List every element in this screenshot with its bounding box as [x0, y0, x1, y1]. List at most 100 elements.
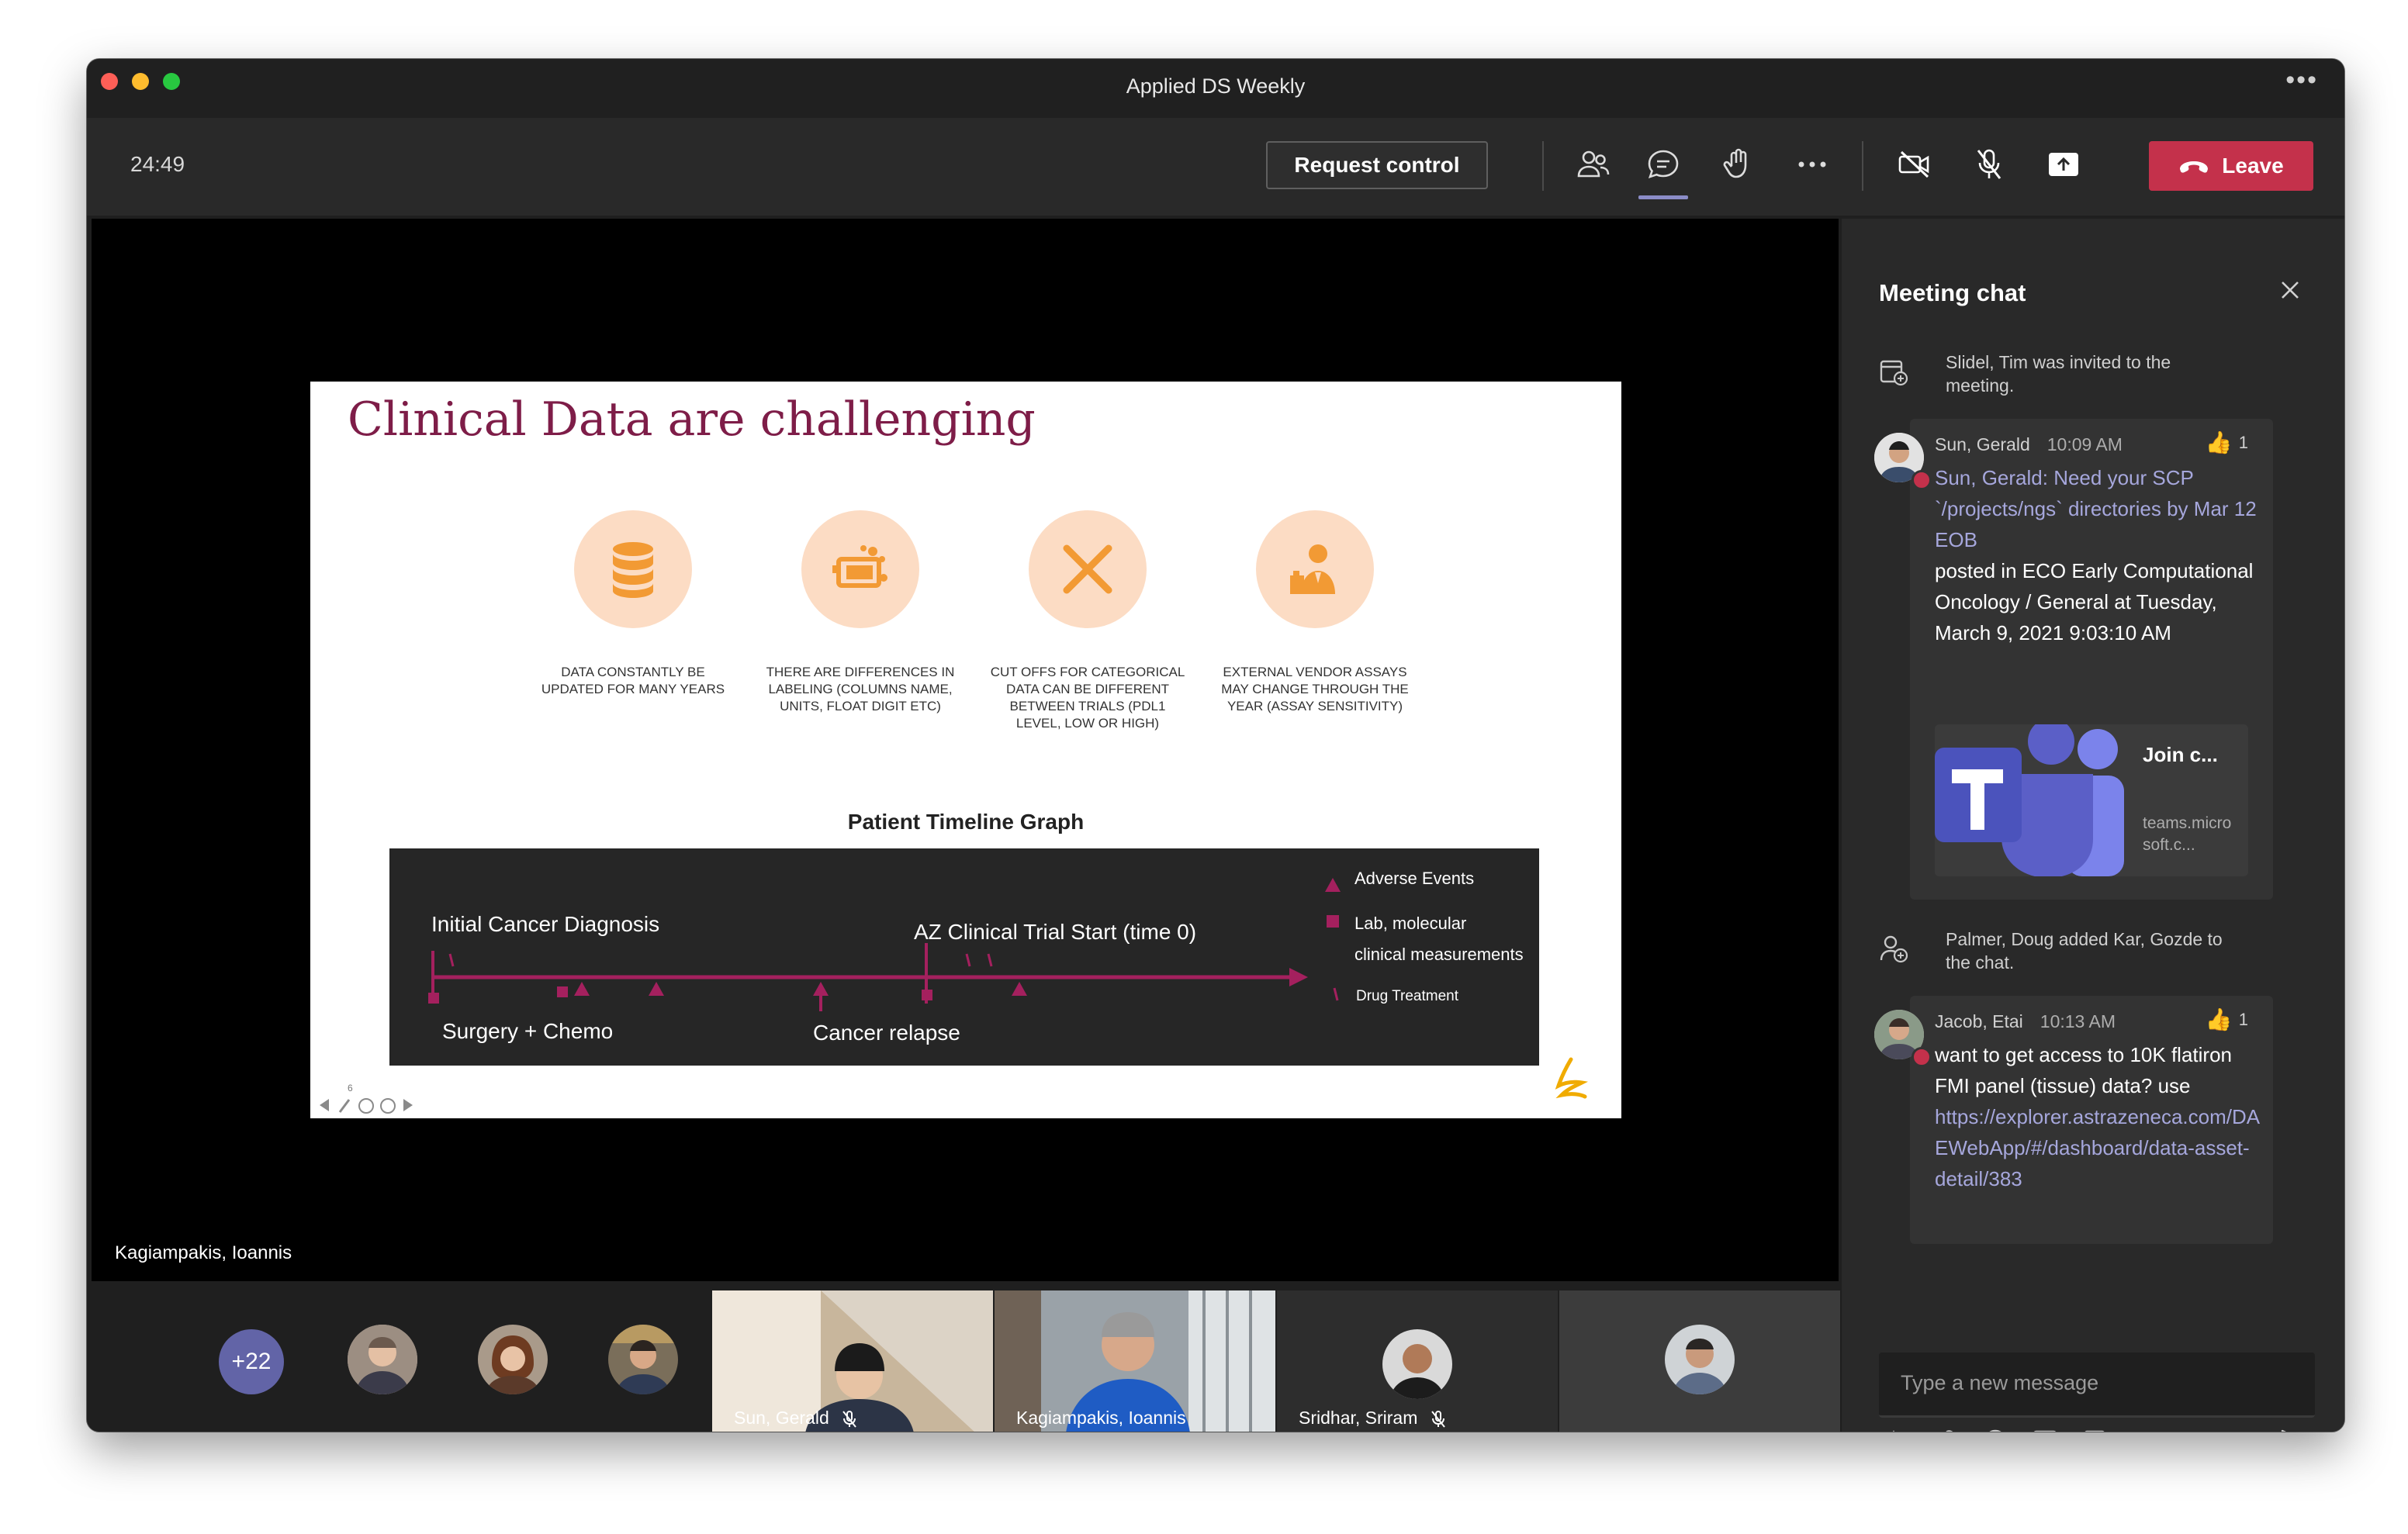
message-text: want to get access to 10K flatiron FMI p…: [1935, 1043, 2232, 1097]
system-message-text: Palmer, Doug added Kar, Gozde to the cha…: [1946, 929, 2223, 973]
message-text: posted in ECO Early Computational Oncolo…: [1935, 559, 2254, 644]
message-author: Jacob, Etai: [1935, 1011, 2023, 1031]
card-title: Join c...: [2143, 743, 2218, 766]
share-screen-icon[interactable]: [2040, 141, 2087, 188]
legend-lab-line1: Lab, molecular: [1354, 914, 1467, 933]
like-reaction[interactable]: 👍 1: [2206, 1007, 2248, 1032]
x-mark-icon: [1029, 510, 1147, 628]
message-header: Jacob, Etai 10:13 AM: [1935, 1011, 2116, 1032]
more-participants-badge[interactable]: +22: [219, 1329, 284, 1394]
participant-avatar[interactable]: [348, 1325, 417, 1394]
camera-off-icon[interactable]: [1891, 141, 1938, 188]
title-bar: Applied DS Weekly •••: [87, 59, 2344, 119]
compose-input[interactable]: [1879, 1353, 2310, 1414]
request-control-button[interactable]: Request control: [1266, 141, 1488, 189]
sticker-icon[interactable]: [2079, 1425, 2110, 1432]
mic-off-icon[interactable]: [1966, 141, 2012, 188]
close-icon[interactable]: [2279, 279, 2301, 305]
message-time: 10:13 AM: [2040, 1011, 2116, 1031]
chat-title: Meeting chat: [1879, 279, 2026, 306]
teams-logo-icon: [1935, 724, 2124, 876]
message-body: want to get access to 10K flatiron FMI p…: [1935, 1039, 2261, 1194]
database-icon: [574, 510, 692, 628]
active-tab-indicator: [1638, 195, 1688, 199]
timeline-label-trial-start: AZ Clinical Trial Start (time 0): [914, 920, 1197, 944]
timeline-title: Patient Timeline Graph: [847, 810, 1085, 834]
chat-message[interactable]: Jacob, Etai 10:13 AM 👍 1 want to get acce…: [1874, 996, 2273, 1244]
format-icon[interactable]: [1880, 1425, 1912, 1432]
message-body: Sun, Gerald: Need your SCP `/projects/ng…: [1935, 462, 2261, 648]
message-author: Sun, Gerald: [1935, 434, 2030, 454]
shared-content-stage: Clinical Data are challenging DATA CONST…: [92, 219, 1839, 1281]
system-message-text: Slidel, Tim was invited to the meeting.: [1946, 352, 2171, 396]
timeline-label-surgery: Surgery + Chemo: [442, 1019, 614, 1043]
timeline-label-diagnosis: Initial Cancer Diagnosis: [431, 912, 660, 936]
legend-lab-line2: clinical measurements: [1354, 945, 1524, 964]
reaction-count: 1: [2238, 432, 2248, 452]
gif-icon[interactable]: GIF: [2029, 1425, 2060, 1432]
message-header: Sun, Gerald 10:09 AM: [1935, 434, 2123, 455]
participant-avatar: [1382, 1329, 1452, 1399]
muted-mic-icon: [842, 1410, 856, 1428]
presence-busy-icon: [1912, 1047, 1932, 1067]
participant-name: Kagiampakis, Ioannis: [1016, 1408, 1186, 1428]
person-add-icon: [1879, 934, 1908, 967]
self-avatar: [1665, 1325, 1735, 1394]
join-meeting-card[interactable]: Join c... teams.microsoft.c...: [1935, 724, 2248, 876]
attach-icon[interactable]: [1930, 1425, 1961, 1432]
muted-mic-icon: [1431, 1410, 1445, 1428]
participant-name: Sridhar, Sriram: [1299, 1408, 1446, 1429]
people-icon[interactable]: [1570, 141, 1617, 188]
chat-message[interactable]: Sun, Gerald 10:09 AM 👍 1 Sun, Gerald: Nee…: [1874, 419, 2273, 900]
meeting-timer: 24:49: [130, 152, 185, 176]
window-title: Applied DS Weekly: [1126, 74, 1306, 98]
meeting-chat-panel: Meeting chat Slidel, Tim was invited to …: [1842, 219, 2344, 1432]
teams-meeting-window: Applied DS Weekly ••• 24:49 Request cont…: [87, 59, 2344, 1432]
challenge-caption: THERE ARE DIFFERENCES IN LABELING (COLUM…: [766, 665, 955, 713]
thumbs-up-icon: 👍: [2205, 1007, 2233, 1031]
legend-adverse-events: Adverse Events: [1354, 869, 1475, 888]
participant-video-tile[interactable]: Kagiampakis, Ioannis: [995, 1290, 1275, 1432]
message-link[interactable]: https://explorer.astrazeneca.com/DAEWebA…: [1935, 1105, 2260, 1190]
participant-video-tile[interactable]: Sun, Gerald: [712, 1290, 993, 1432]
patient-timeline-graph: Initial Cancer Diagnosis AZ Clinical Tri…: [389, 848, 1539, 1066]
like-reaction[interactable]: 👍 1: [2206, 430, 2248, 455]
participant-video-tile[interactable]: Sridhar, Sriram: [1277, 1290, 1558, 1432]
toolbar-divider: [1862, 141, 1863, 191]
presenter-name: Kagiampakis, Ioannis: [115, 1242, 292, 1263]
presentation-slide: Clinical Data are challenging DATA CONST…: [310, 382, 1621, 1118]
window-more-icon[interactable]: •••: [2285, 65, 2318, 95]
slide-navigation: [317, 1093, 425, 1121]
astrazeneca-logo: [1552, 1056, 1590, 1104]
more-options-icon[interactable]: [2129, 1425, 2160, 1432]
thumbs-up-icon: 👍: [2205, 430, 2233, 454]
slide-title: Clinical Data are challenging: [348, 392, 1036, 447]
send-icon[interactable]: [2278, 1425, 2309, 1432]
phone-hangup-icon: [2180, 161, 2209, 173]
raise-hand-icon[interactable]: [1714, 141, 1761, 188]
leave-button[interactable]: Leave: [2149, 141, 2313, 191]
vendor-person-icon: [1256, 510, 1374, 628]
participant-avatar[interactable]: [608, 1325, 678, 1394]
timeline-label-relapse: Cancer relapse: [813, 1021, 960, 1045]
message-link[interactable]: Sun, Gerald: Need your SCP `/projects/ng…: [1935, 466, 2257, 551]
meeting-toolbar: 24:49 Request control Leave: [87, 118, 2344, 216]
leave-label: Leave: [2222, 154, 2284, 178]
challenge-caption: DATA CONSTANTLY BE UPDATED FOR MANY YEAR…: [541, 665, 725, 696]
reaction-count: 1: [2238, 1009, 2248, 1029]
self-view-tile[interactable]: [1559, 1290, 1840, 1432]
toolbar-divider: [1542, 141, 1544, 191]
card-url: teams.microsoft.c...: [2143, 814, 2232, 854]
emoji-icon[interactable]: [1980, 1425, 2011, 1432]
participant-avatar[interactable]: [478, 1325, 548, 1394]
data-labeling-icon: [801, 510, 919, 628]
more-icon[interactable]: [1789, 141, 1835, 188]
slide-page-number: 6: [348, 1083, 353, 1093]
compose-box: [1879, 1353, 2315, 1418]
chat-icon[interactable]: [1640, 141, 1687, 188]
challenge-caption: EXTERNAL VENDOR ASSAYS MAY CHANGE THROUG…: [1221, 665, 1409, 713]
calendar-invite-icon: [1879, 357, 1908, 390]
participant-name: Sun, Gerald: [734, 1408, 857, 1429]
message-time: 10:09 AM: [2046, 434, 2123, 454]
legend-drug-treatment: Drug Treatment: [1356, 988, 1458, 1004]
